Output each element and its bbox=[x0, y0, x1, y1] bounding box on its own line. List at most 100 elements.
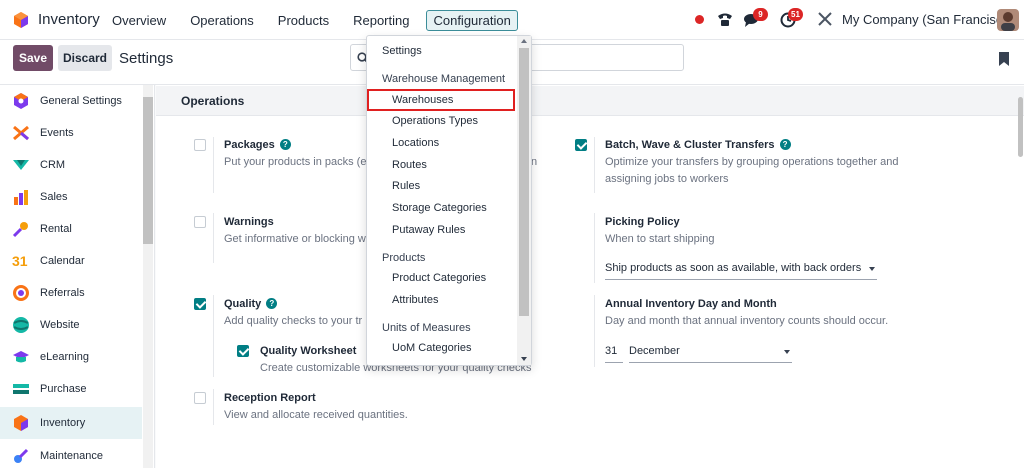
main-scroll-thumb[interactable] bbox=[1018, 97, 1023, 157]
referrals-icon bbox=[13, 285, 29, 301]
sidebar-item-label: General Settings bbox=[40, 95, 122, 107]
inventory-app-icon[interactable] bbox=[12, 11, 30, 29]
dropdown-scroll-thumb[interactable] bbox=[519, 48, 529, 316]
dropdown-item-uom-categories[interactable]: UoM Categories bbox=[392, 342, 471, 354]
dropdown-header-products: Products bbox=[382, 252, 426, 264]
menu-operations[interactable]: Operations bbox=[183, 10, 261, 31]
website-icon bbox=[13, 317, 29, 333]
sidebar-item-crm[interactable]: CRM bbox=[0, 149, 142, 181]
scroll-up-icon[interactable] bbox=[521, 39, 527, 43]
annual-inventory-title: Annual Inventory Day and Month bbox=[605, 298, 777, 310]
purchase-icon bbox=[13, 384, 29, 394]
chevron-down-icon bbox=[869, 267, 875, 271]
sidebar-item-label: Purchase bbox=[40, 383, 87, 395]
divider bbox=[594, 213, 595, 283]
menu-products[interactable]: Products bbox=[271, 10, 336, 31]
phone-icon[interactable] bbox=[716, 10, 734, 28]
divider bbox=[213, 137, 214, 193]
picking-policy-value: Ship products as soon as available, with… bbox=[605, 262, 862, 274]
sidebar-item-rental[interactable]: Rental bbox=[0, 213, 142, 245]
sidebar-item-elearning[interactable]: eLearning bbox=[0, 341, 142, 373]
elearning-icon bbox=[13, 351, 29, 363]
divider bbox=[594, 295, 595, 367]
tools-icon[interactable] bbox=[816, 10, 834, 28]
dropdown-item-product-categories[interactable]: Product Categories bbox=[392, 272, 486, 284]
help-icon[interactable]: ? bbox=[279, 139, 291, 150]
sidebar-item-maintenance[interactable]: Maintenance bbox=[0, 440, 142, 468]
reception-report-description: View and allocate received quantities. bbox=[224, 409, 408, 421]
menu-overview[interactable]: Overview bbox=[105, 10, 173, 31]
sidebar-item-label: eLearning bbox=[40, 351, 89, 363]
sidebar-scroll-thumb[interactable] bbox=[143, 97, 153, 244]
dropdown-header-warehouse-management: Warehouse Management bbox=[382, 73, 506, 85]
packages-checkbox[interactable] bbox=[194, 139, 206, 151]
quality-description: Add quality checks to your tr bbox=[224, 315, 363, 327]
sidebar-item-label: Calendar bbox=[40, 255, 85, 267]
reception-report-title: Reception Report bbox=[224, 392, 316, 404]
divider bbox=[594, 137, 595, 193]
maintenance-icon bbox=[14, 448, 29, 463]
scroll-down-icon[interactable] bbox=[521, 357, 527, 361]
page-title: Settings bbox=[119, 50, 174, 67]
menu-reporting[interactable]: Reporting bbox=[346, 10, 416, 31]
sidebar-item-purchase[interactable]: Purchase bbox=[0, 373, 142, 405]
dropdown-header-units-of-measures: Units of Measures bbox=[382, 322, 471, 334]
annual-inventory-day-value: 31 bbox=[605, 345, 618, 357]
reception-report-checkbox[interactable] bbox=[194, 392, 206, 404]
bookmark-icon[interactable] bbox=[997, 51, 1011, 67]
batch-transfers-description-2: assigning jobs to workers bbox=[605, 173, 729, 185]
annual-inventory-day-input[interactable]: 31 bbox=[605, 345, 623, 363]
gear-icon bbox=[14, 93, 28, 109]
quality-worksheet-checkbox[interactable] bbox=[237, 345, 249, 357]
sidebar-item-events[interactable]: Events bbox=[0, 117, 142, 149]
annual-inventory-month-select[interactable]: December bbox=[629, 345, 792, 363]
batch-transfers-description: Optimize your transfers by grouping oper… bbox=[605, 156, 899, 168]
dropdown-item-settings[interactable]: Settings bbox=[382, 45, 422, 57]
warehouses-highlight-box bbox=[367, 89, 515, 111]
inventory-icon bbox=[14, 415, 28, 431]
sidebar-item-sales[interactable]: Sales bbox=[0, 181, 142, 213]
chevron-down-icon bbox=[784, 350, 790, 354]
sidebar-item-label: Rental bbox=[40, 223, 72, 235]
help-icon[interactable]: ? bbox=[266, 298, 278, 309]
dropdown-item-locations[interactable]: Locations bbox=[392, 137, 439, 149]
warnings-title: Warnings bbox=[224, 216, 274, 228]
quality-checkbox[interactable] bbox=[194, 298, 206, 310]
dropdown-item-operations-types[interactable]: Operations Types bbox=[392, 115, 478, 127]
dropdown-item-rules[interactable]: Rules bbox=[392, 180, 420, 192]
sidebar-item-label: CRM bbox=[40, 159, 66, 171]
rental-icon bbox=[12, 222, 28, 238]
menu-configuration[interactable]: Configuration bbox=[426, 9, 518, 31]
sidebar-item-website[interactable]: Website bbox=[0, 309, 142, 341]
sidebar-item-referrals[interactable]: Referrals bbox=[0, 277, 142, 309]
sidebar-item-label: Referrals bbox=[40, 287, 85, 299]
section-header bbox=[156, 86, 1024, 116]
calendar-icon: 31 bbox=[12, 253, 28, 269]
sidebar-item-calendar[interactable]: 31 Calendar bbox=[0, 245, 142, 277]
app-title[interactable]: Inventory bbox=[38, 11, 100, 28]
batch-transfers-checkbox[interactable] bbox=[575, 139, 587, 151]
dropdown-item-routes[interactable]: Routes bbox=[392, 159, 427, 171]
divider bbox=[213, 213, 214, 263]
warnings-checkbox[interactable] bbox=[194, 216, 206, 228]
picking-policy-title: Picking Policy bbox=[605, 216, 680, 228]
save-button[interactable]: Save bbox=[13, 45, 53, 71]
annual-inventory-description: Day and month that annual inventory coun… bbox=[605, 315, 889, 327]
warnings-description: Get informative or blocking w bbox=[224, 233, 366, 245]
sidebar-item-general-settings[interactable]: General Settings bbox=[0, 85, 142, 117]
picking-policy-select[interactable]: Ship products as soon as available, with… bbox=[605, 262, 877, 280]
dropdown-item-putaway-rules[interactable]: Putaway Rules bbox=[392, 224, 465, 236]
dropdown-item-attributes[interactable]: Attributes bbox=[392, 294, 438, 306]
recording-status-icon[interactable] bbox=[695, 15, 704, 24]
quality-worksheet-title: Quality Worksheet bbox=[260, 345, 357, 357]
user-avatar[interactable] bbox=[997, 9, 1019, 31]
sidebar-item-inventory[interactable]: Inventory bbox=[0, 407, 142, 439]
messages-badge: 9 bbox=[753, 8, 768, 21]
discard-button[interactable]: Discard bbox=[58, 45, 112, 71]
company-switcher[interactable]: My Company (San Francisco) bbox=[842, 12, 1014, 27]
help-icon[interactable]: ? bbox=[779, 139, 791, 150]
dropdown-item-storage-categories[interactable]: Storage Categories bbox=[392, 202, 487, 214]
quality-title: Quality? bbox=[224, 298, 278, 310]
crm-icon bbox=[13, 160, 29, 170]
section-title: Operations bbox=[181, 94, 245, 108]
